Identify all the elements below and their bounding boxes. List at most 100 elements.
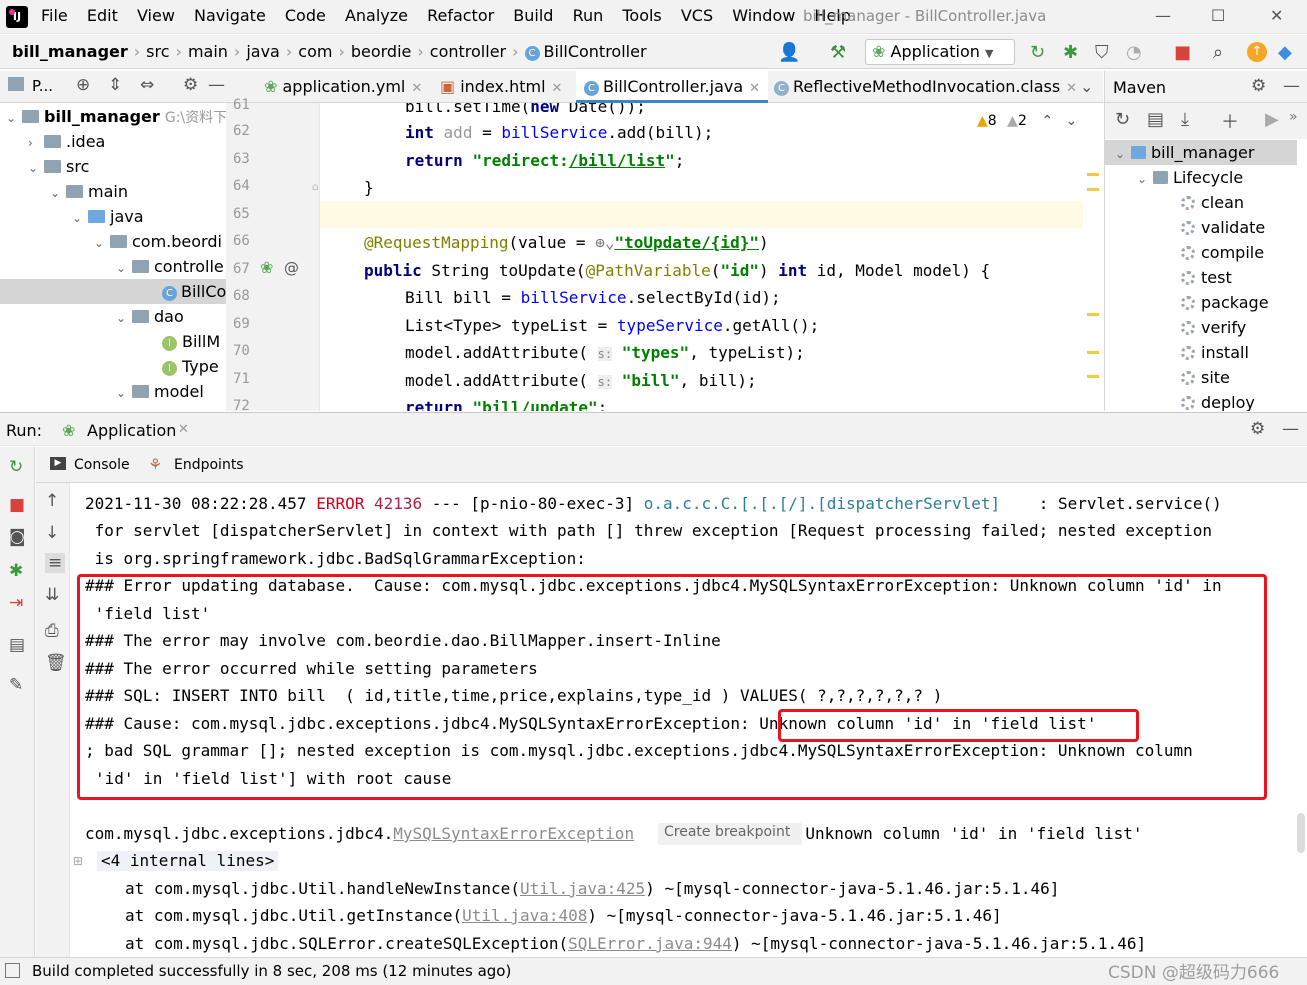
exception-class-link[interactable]: MySQLSyntaxErrorException	[393, 824, 634, 843]
print-icon[interactable]: ⎙	[45, 621, 59, 641]
maximize-icon[interactable]: ☐	[1211, 6, 1225, 25]
debug-icon[interactable]: ✱	[1063, 42, 1078, 63]
tree-item-java[interactable]: ⌄ java	[72, 204, 144, 229]
exit-icon[interactable]: ⇥	[9, 593, 23, 613]
menu-refactor[interactable]: Refactor	[427, 6, 494, 25]
tree-item-src[interactable]: ⌄ src	[28, 154, 89, 179]
gear-icon[interactable]: ⚙	[1250, 419, 1265, 439]
maven-goal-test[interactable]: test	[1181, 265, 1232, 290]
collapse-all-icon[interactable]: ⇔	[140, 75, 154, 95]
source-link[interactable]: SQLError.java:944	[568, 934, 732, 953]
tree-item-package[interactable]: ⌄ com.beordi	[94, 229, 222, 254]
scroll-to-end-icon[interactable]: ⇊	[45, 585, 59, 605]
source-link[interactable]: Util.java:425	[520, 879, 645, 898]
debug-icon[interactable]: ✱	[9, 561, 23, 581]
project-view-select[interactable]: P...	[32, 77, 53, 95]
download-icon[interactable]: ⤓	[1181, 109, 1189, 130]
tree-item-main[interactable]: ⌄ main	[50, 179, 128, 204]
close-window-icon[interactable]: ✕	[1270, 6, 1283, 25]
maven-goal-site[interactable]: site	[1181, 365, 1230, 390]
panel-toggle-icon[interactable]	[5, 963, 20, 978]
breadcrumb-beordie[interactable]: beordie	[351, 42, 412, 61]
menu-run[interactable]: Run	[573, 6, 604, 25]
tab-index-html[interactable]: ▣ index.html ✕	[432, 71, 570, 103]
scroll-down-icon[interactable]: ↓	[45, 523, 59, 543]
menu-analyze[interactable]: Analyze	[345, 6, 408, 25]
annotation-gutter-icon[interactable]: @	[284, 259, 299, 277]
breadcrumb-main[interactable]: main	[188, 42, 228, 61]
maven-goal-clean[interactable]: clean	[1181, 190, 1244, 215]
coverage-icon[interactable]: ⛉	[1095, 42, 1109, 63]
reload-icon[interactable]: ↻	[1115, 109, 1130, 130]
maven-goal-compile[interactable]: compile	[1181, 240, 1264, 265]
maven-goal-verify[interactable]: verify	[1181, 315, 1246, 340]
build-hammer-icon[interactable]: ⚒	[830, 42, 846, 63]
maven-goal-deploy[interactable]: deploy	[1181, 390, 1255, 411]
gear-icon[interactable]: ⚙	[1251, 76, 1266, 96]
code-editor[interactable]: bill.setTime(new Date()); int add = bill…	[320, 103, 1083, 411]
breadcrumb-billcontroller[interactable]: BillController	[544, 42, 647, 61]
tab-endpoints[interactable]: Endpoints	[174, 457, 244, 473]
clear-all-icon[interactable]: 🗑	[45, 653, 67, 673]
menu-navigate[interactable]: Navigate	[194, 6, 266, 25]
create-breakpoint-button[interactable]: Create breakpoint	[658, 823, 802, 845]
menu-file[interactable]: File	[41, 6, 68, 25]
user-icon[interactable]: 👤	[778, 42, 800, 63]
rerun-icon[interactable]: ↻	[9, 457, 23, 477]
breadcrumb-com[interactable]: com	[298, 42, 332, 61]
tabs-overflow-chevron-icon[interactable]: ⌄	[1072, 71, 1101, 103]
menu-view[interactable]: View	[137, 6, 175, 25]
menu-code[interactable]: Code	[285, 6, 326, 25]
tree-item-dao[interactable]: ⌄ dao	[116, 304, 184, 329]
search-icon[interactable]: ⌕	[1213, 42, 1223, 63]
menu-tools[interactable]: Tools	[622, 6, 661, 25]
tree-item-typemapper[interactable]: I Type	[162, 354, 219, 379]
breadcrumb-src[interactable]: src	[146, 42, 169, 61]
profile-icon[interactable]: ◔	[1126, 42, 1142, 63]
close-tab-icon[interactable]: ✕	[178, 422, 189, 437]
maven-goal-validate[interactable]: validate	[1181, 215, 1265, 240]
minimize-icon[interactable]: —	[1155, 6, 1171, 25]
tab-billcontroller[interactable]: C BillController.java ✕	[576, 71, 769, 103]
run-configuration-select[interactable]: ❀ Application ▼	[865, 39, 1015, 65]
tab-reflective-method-invocation[interactable]: C ReflectiveMethodInvocation.class ✕	[766, 71, 1085, 103]
tree-item-controller[interactable]: ⌄ controlle	[116, 254, 224, 279]
hide-panel-icon[interactable]: —	[208, 75, 225, 95]
stop-icon[interactable]: ■	[9, 495, 25, 515]
layout-icon[interactable]: ▤	[9, 635, 25, 655]
menu-build[interactable]: Build	[513, 6, 553, 25]
more-icon[interactable]: »	[1289, 109, 1298, 125]
generate-sources-icon[interactable]: ▤	[1147, 109, 1164, 130]
jetbrains-toolbox-icon[interactable]: ◆	[1278, 42, 1292, 63]
maven-lifecycle[interactable]: ⌄ Lifecycle	[1137, 165, 1243, 190]
inspection-widget[interactable]: ▲8 ▲2 ⌃ ⌄	[977, 113, 1077, 129]
tab-console[interactable]: Console	[74, 457, 130, 473]
tree-item-billcontroller[interactable]: C BillCo	[0, 279, 226, 304]
pin-icon[interactable]: ✎	[9, 675, 23, 695]
hide-panel-icon[interactable]: —	[1282, 419, 1299, 439]
menu-vcs[interactable]: VCS	[681, 6, 713, 25]
tree-item-idea[interactable]: › .idea	[28, 129, 105, 154]
tree-item-model[interactable]: ⌄ model	[116, 379, 204, 404]
source-link[interactable]: Util.java:408	[462, 906, 587, 925]
maven-goal-install[interactable]: install	[1181, 340, 1249, 365]
scroll-up-icon[interactable]: ↑	[45, 491, 59, 511]
previous-highlight-icon[interactable]: ⌃	[1041, 113, 1053, 129]
tree-item-billmapper[interactable]: I BillM	[162, 329, 220, 354]
locate-icon[interactable]: ⊕	[76, 75, 90, 95]
hide-panel-icon[interactable]: —	[1283, 76, 1300, 96]
editor-error-stripe[interactable]	[1083, 103, 1103, 411]
soft-wrap-icon[interactable]: ≡	[45, 553, 66, 573]
gear-icon[interactable]: ⚙	[183, 75, 198, 95]
run-maven-icon[interactable]: ▶	[1265, 109, 1279, 130]
menu-edit[interactable]: Edit	[87, 6, 118, 25]
expand-all-icon[interactable]: ⇕	[108, 75, 122, 95]
breadcrumb-java[interactable]: java	[246, 42, 280, 61]
console-scrollbar[interactable]	[1297, 813, 1305, 853]
stop-icon[interactable]: ■	[1174, 42, 1191, 63]
breadcrumb-project[interactable]: bill_manager	[12, 42, 128, 61]
tree-item-bill-manager[interactable]: ⌄bill_manager G:\资料下载	[6, 104, 226, 129]
spring-mapping-gutter-icon[interactable]: ❀	[260, 258, 273, 277]
maven-project-bill-manager[interactable]: ⌄ bill_manager	[1105, 140, 1297, 165]
rerun-icon[interactable]: ↻	[1030, 42, 1045, 63]
